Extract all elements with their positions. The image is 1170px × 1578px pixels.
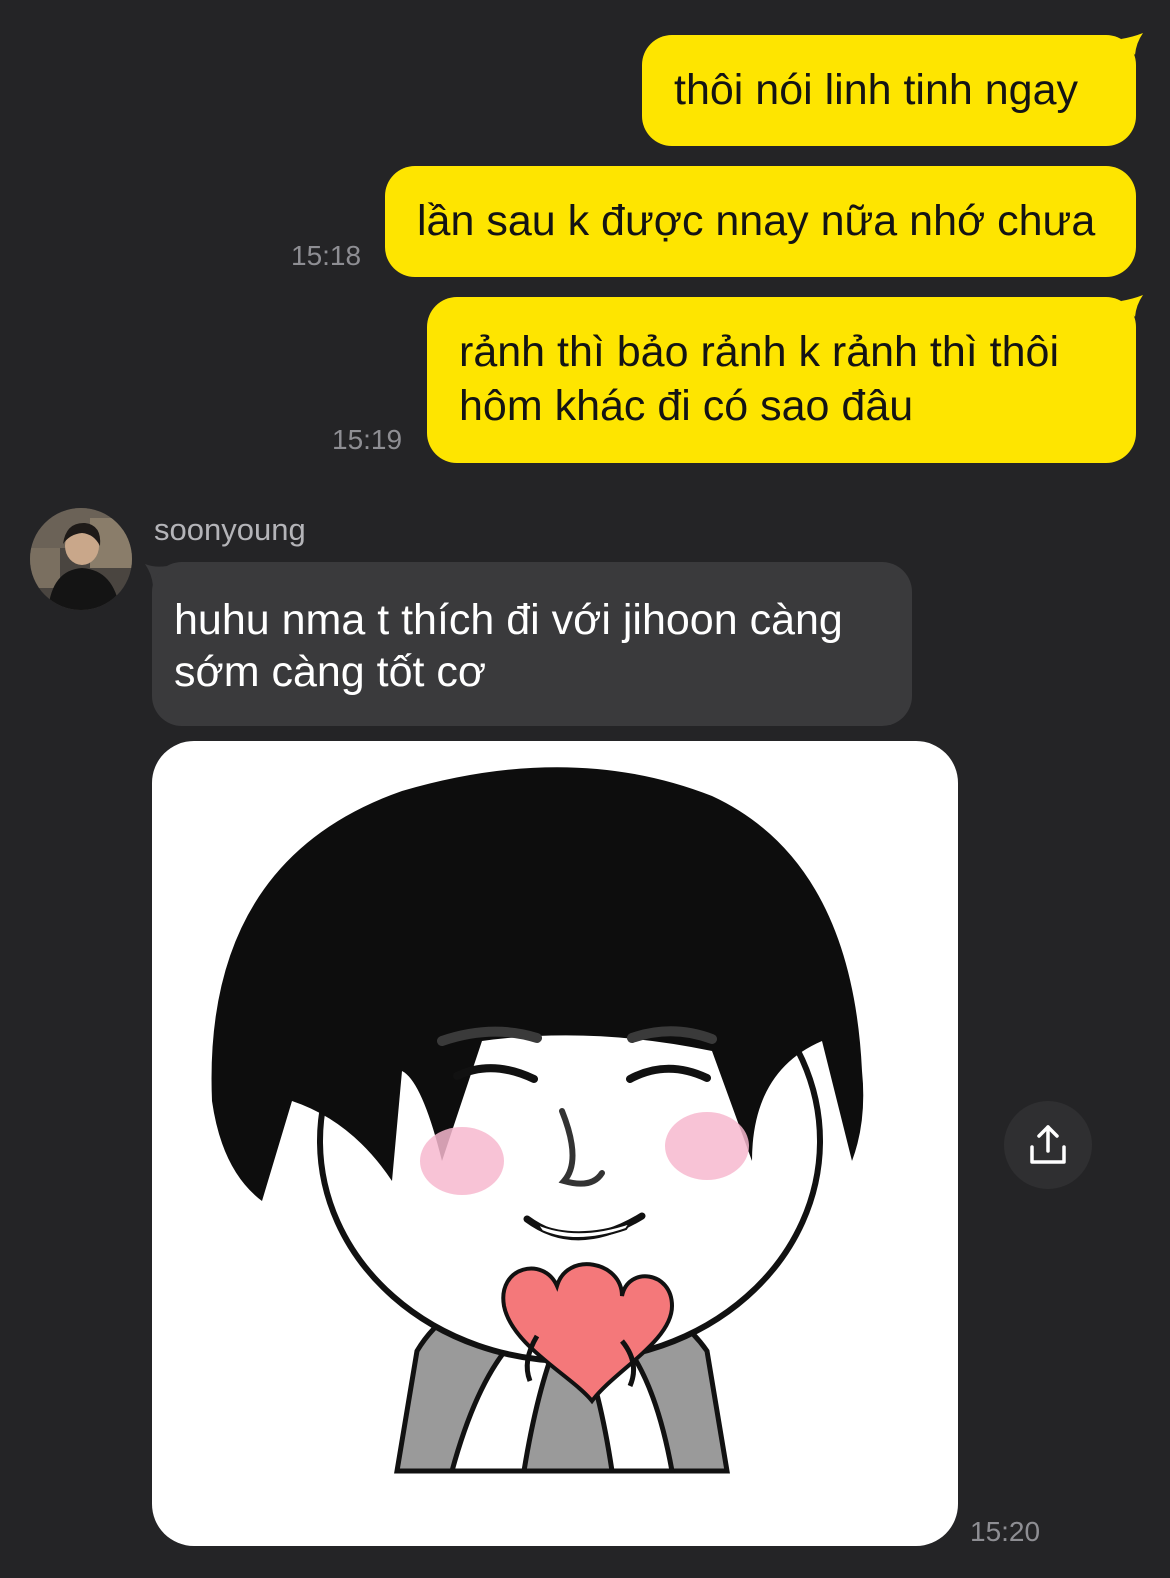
incoming-message-bubble[interactable]: huhu nma t thích đi với jihoon càng sớm … bbox=[152, 562, 912, 726]
bubble-tail bbox=[1121, 295, 1143, 317]
outgoing-message-bubble[interactable]: thôi nói linh tinh ngay bbox=[642, 35, 1136, 146]
sender-name: soonyoung bbox=[154, 512, 306, 547]
message-timestamp: 15:19 bbox=[332, 424, 403, 455]
share-button[interactable] bbox=[1004, 1101, 1092, 1189]
share-upload-icon bbox=[1030, 1125, 1066, 1164]
avatar[interactable] bbox=[30, 508, 132, 610]
outgoing-message-bubble[interactable]: lần sau k được nnay nữa nhớ chưa bbox=[385, 166, 1136, 277]
message-text-line: rảnh thì bảo rảnh k rảnh thì thôi bbox=[459, 328, 1060, 376]
message-text-line: sớm càng tốt cơ bbox=[174, 648, 487, 696]
message-timestamp: 15:18 bbox=[291, 240, 362, 271]
message-timestamp: 15:20 bbox=[970, 1516, 1041, 1547]
message-text-line: huhu nma t thích đi với jihoon càng bbox=[174, 596, 843, 644]
message-text-line: hôm khác đi có sao đâu bbox=[459, 382, 914, 430]
outgoing-message-bubble[interactable]: rảnh thì bảo rảnh k rảnh thì thôi hôm kh… bbox=[427, 297, 1136, 463]
avatar-photo bbox=[30, 508, 132, 610]
sticker-image bbox=[211, 767, 864, 1474]
sticker-message[interactable] bbox=[152, 741, 958, 1546]
message-text: lần sau k được nnay nữa nhớ chưa bbox=[417, 197, 1096, 245]
bubble-tail bbox=[1121, 33, 1143, 55]
message-text: thôi nói linh tinh ngay bbox=[674, 66, 1079, 114]
